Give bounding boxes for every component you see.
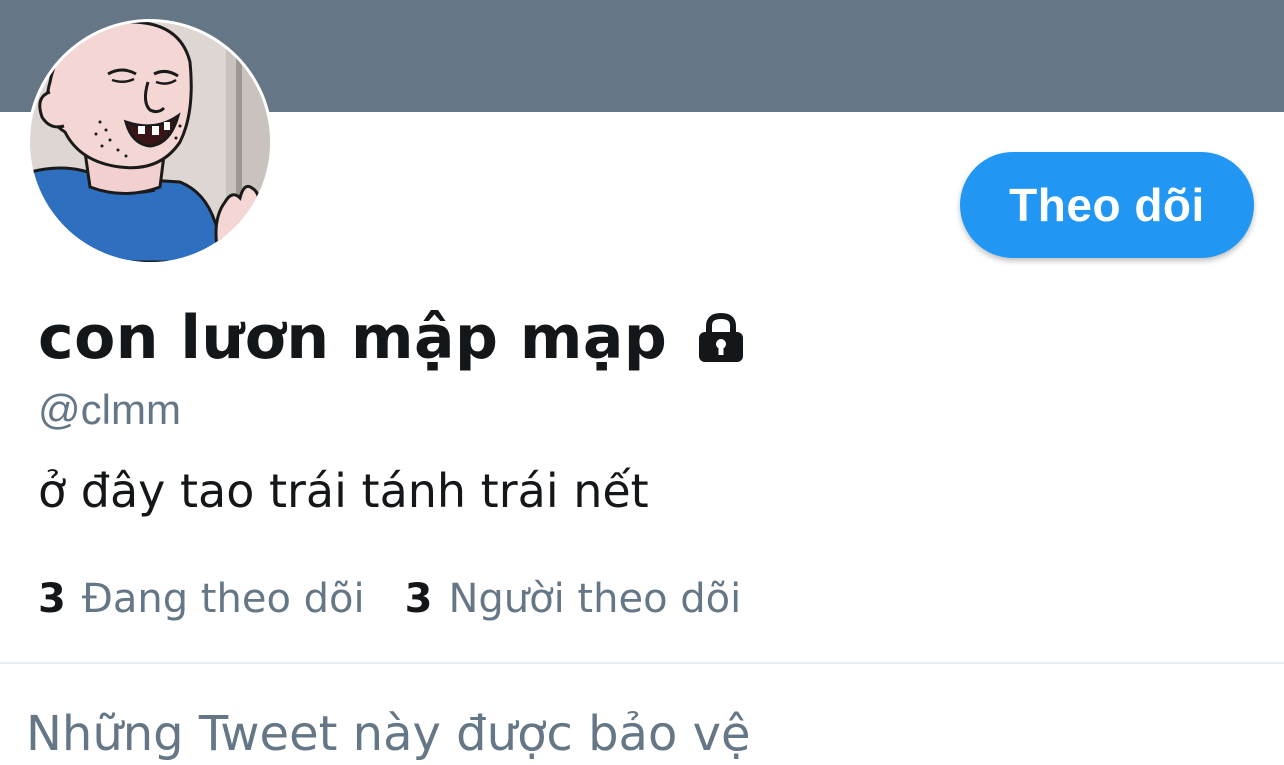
display-name-row: con lươn mập mạp [38,296,745,380]
followers-count: 3 [404,576,433,622]
following-label: Đang theo dõi [81,576,365,622]
lock-icon [697,312,745,364]
followers-label: Người theo dõi [448,576,742,622]
following-count: 3 [38,576,66,622]
profile-stats: 3 Đang theo dõi 3 Người theo dõi [38,576,781,622]
display-name: con lươn mập mạp [38,303,668,373]
profile-bio: ở đây tao trái tánh trái nết [38,464,649,518]
followers-stat[interactable]: 3 Người theo dõi [405,576,742,622]
protected-tweets-message: Những Tweet này được bảo vệ [26,706,751,762]
follow-button[interactable]: Theo dõi [960,152,1254,258]
section-divider [0,662,1284,664]
cartoon-man-avatar-icon [30,22,270,262]
following-stat[interactable]: 3 Đang theo dõi [38,576,365,622]
profile-page: Theo dõi con lươn mập mạp @clmm ở đây ta… [0,0,1284,765]
avatar[interactable] [30,22,270,262]
profile-handle: @clmm [38,386,181,433]
